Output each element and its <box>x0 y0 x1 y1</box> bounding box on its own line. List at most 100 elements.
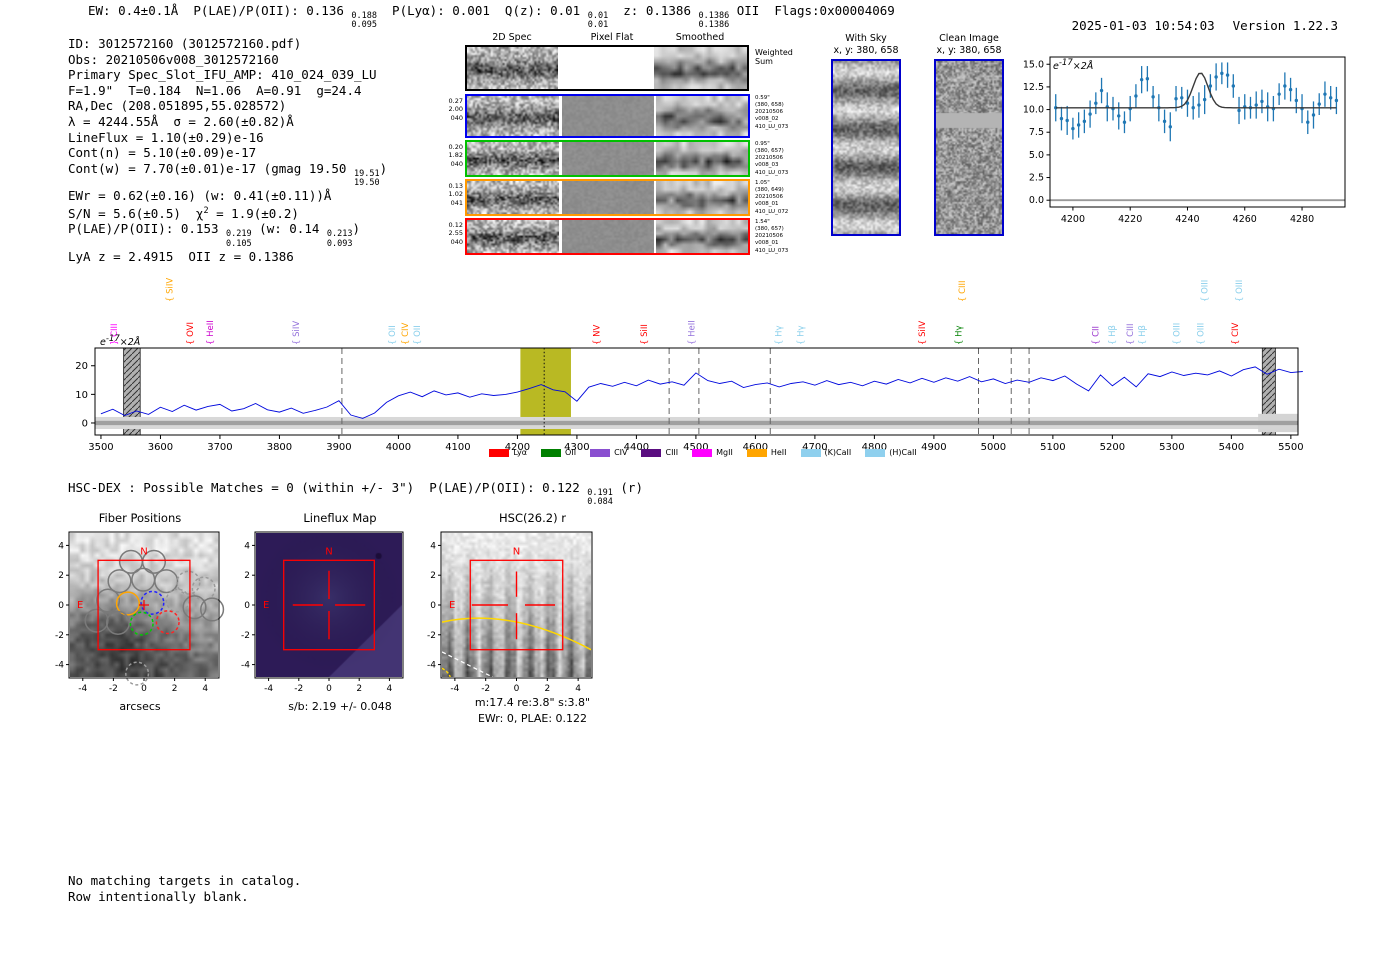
svg-text:3600: 3600 <box>148 442 173 453</box>
hsc-image-plot: HSC(26.2) r m:17.4 re:3.8" s:3.8" EWr: 0… <box>425 505 640 745</box>
svg-text:5.0: 5.0 <box>1029 150 1044 161</box>
fiber-weight-labels: 0.13 1.02 041 <box>440 182 463 207</box>
emission-line-marker: { Hγ <box>775 325 785 345</box>
svg-text:4220: 4220 <box>1118 214 1142 225</box>
smoothed-image <box>656 96 748 136</box>
stacked-uncertainty: 0.010.01 <box>588 12 608 30</box>
text-segment: P(LAE)/P(OII): 0.153 <box>68 221 226 236</box>
clean-image-title: Clean Image <box>923 33 1015 45</box>
text-segment: HSC-DEX : Possible Matches = 0 (within +… <box>68 480 587 495</box>
svg-text:-4: -4 <box>78 684 87 694</box>
compass-north: N <box>513 546 520 557</box>
pixel-flat-image <box>562 96 654 136</box>
emission-line-marker: { OVI <box>186 322 196 345</box>
svg-text:-2: -2 <box>55 631 64 641</box>
svg-text:-4: -4 <box>264 684 273 694</box>
catalog-notes: No matching targets in catalog. Row inte… <box>68 873 301 904</box>
emission-line-marker: { CIII <box>958 280 968 302</box>
stacked-uncertainty: 19.5119.50 <box>354 170 380 188</box>
legend-item: CIV <box>590 448 627 457</box>
svg-text:10.0: 10.0 <box>1023 105 1044 116</box>
svg-text:20: 20 <box>75 361 88 372</box>
info-line: EWr = 0.62(±0.16) (w: 0.41(±0.11))Å <box>68 188 387 204</box>
smoothed-image <box>656 181 748 214</box>
legend-label: (H)CaII <box>889 448 916 457</box>
smoothed-image <box>654 47 747 89</box>
svg-text:4: 4 <box>58 541 64 551</box>
fiber-circle <box>132 568 155 591</box>
emission-line-marker: { Hγ <box>797 325 807 345</box>
fiber-weight-labels: 0.12 2.55 040 <box>440 221 463 246</box>
svg-text:3500: 3500 <box>88 442 113 453</box>
full-spectrum-plot: e-17×2Å 35003600370038003900400041004200… <box>60 252 1350 472</box>
with-sky-title: With Sky <box>820 33 912 45</box>
full-spectrum-svg: 3500360037003800390040004100420043004400… <box>60 252 1350 472</box>
info-line: RA,Dec (208.051895,55.028572) <box>68 98 387 114</box>
emission-line-marker: { OIII <box>1235 280 1245 302</box>
svg-text:5200: 5200 <box>1100 442 1125 453</box>
compass-north: N <box>325 546 332 557</box>
fiber-positions-plot: Fiber Positions arcsecs NE-4-4-2-2002244 <box>40 505 240 730</box>
catalog-note-line2: Row intentionally blank. <box>68 889 301 905</box>
report-version: Version 1.22.3 <box>1233 18 1338 33</box>
pixel-flat-image <box>562 181 654 214</box>
info-line: ID: 3012572160 (3012572160.pdf) <box>68 36 387 52</box>
emission-line-marker: { CIV <box>1231 322 1241 345</box>
text-segment: EWr = 0.62(±0.16) (w: 0.41(±0.11))Å <box>68 188 331 203</box>
legend-label: HeII <box>771 448 787 457</box>
line-fit-zoom-plot: e-17×2Å 420042204240426042800.02.55.07.5… <box>1020 48 1392 240</box>
svg-text:5400: 5400 <box>1219 442 1244 453</box>
svg-text:5100: 5100 <box>1040 442 1065 453</box>
text-segment: = 1.9(±0.2) <box>209 206 299 221</box>
col-title-smoothed: Smoothed <box>660 32 740 43</box>
emission-line-marker: { OII <box>388 325 398 345</box>
svg-text:4: 4 <box>244 541 250 551</box>
pixel-flat-blank <box>561 47 652 89</box>
svg-text:0: 0 <box>514 684 520 694</box>
text-segment: RA,Dec (208.051895,55.028572) <box>68 98 286 113</box>
svg-text:-2: -2 <box>427 631 436 641</box>
text-segment: ) <box>380 161 388 176</box>
text-segment: ) <box>353 221 361 236</box>
svg-text:4: 4 <box>387 684 393 694</box>
legend-label: (K)CaII <box>825 448 852 457</box>
legend-swatch <box>747 449 767 457</box>
fiber-circle <box>107 612 130 635</box>
fiber-annotation: 1.54" (380, 657) 20210506 v008_01 410_LU… <box>755 219 805 255</box>
legend-swatch <box>489 449 509 457</box>
svg-text:2: 2 <box>172 684 178 694</box>
fiber-circle <box>85 609 108 632</box>
svg-text:2: 2 <box>544 684 550 694</box>
emission-line-marker: { HeII <box>688 320 698 345</box>
svg-text:4: 4 <box>202 684 208 694</box>
legend-item: OII <box>541 448 576 457</box>
fiber-annotation: 1.05" (380, 649) 20210506 v008_01 410_LU… <box>755 180 805 216</box>
2d-spec-image <box>467 142 559 175</box>
emission-line-marker: { OIII <box>1173 323 1183 345</box>
spec-cutout-row <box>465 94 750 138</box>
info-line: λ = 4244.55Å σ = 2.60(±0.82)Å <box>68 114 387 130</box>
fiber-positions-svg: NE-4-4-2-2002244 <box>40 505 240 730</box>
svg-text:3800: 3800 <box>267 442 292 453</box>
legend-label: Lyα <box>513 448 527 457</box>
catalog-match-summary: HSC-DEX : Possible Matches = 0 (within +… <box>68 480 643 507</box>
text-segment: F=1.9" T=0.184 N=1.06 A=0.91 g=24.4 <box>68 83 362 98</box>
smoothed-image <box>656 142 748 175</box>
emission-line-marker: { CIII <box>1126 323 1136 345</box>
svg-text:7.5: 7.5 <box>1029 127 1044 138</box>
emission-line-marker: { OIII <box>1196 323 1206 345</box>
col-title-2d-spec: 2D Spec <box>472 32 552 43</box>
lineflux-map-plot: Lineflux Map s/b: 2.19 +/- 0.048 NE-4-4-… <box>240 505 440 730</box>
spectral-line-legend: LyαOIICIVCIIIMgIIHeII(K)CaII(H)CaII <box>420 448 986 457</box>
fiber-weight-labels: 0.27 2.00 040 <box>440 97 463 122</box>
emission-line-marker: { CII <box>1092 326 1102 345</box>
info-line: S/N = 5.6(±0.5) χ2 = 1.9(±0.2) <box>68 204 387 222</box>
svg-text:-2: -2 <box>109 684 118 694</box>
legend-swatch <box>541 449 561 457</box>
lineflux-map-svg: NE-4-4-2-2002244 <box>240 505 440 730</box>
svg-text:-4: -4 <box>55 661 64 671</box>
svg-text:2: 2 <box>356 684 362 694</box>
with-sky-header: With Sky x, y: 380, 658 <box>820 33 912 58</box>
text-segment: z: 0.1386 <box>608 3 698 18</box>
line-fit-zoom-svg: 420042204240426042800.02.55.07.510.012.5… <box>1020 48 1392 240</box>
